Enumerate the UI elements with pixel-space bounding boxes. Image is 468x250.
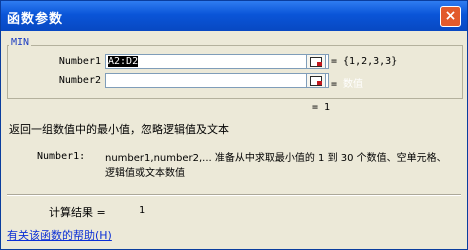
function-name-label: MIN xyxy=(9,37,32,48)
number2-result: = 数值 xyxy=(331,75,363,90)
title-bar[interactable]: 函数参数 × xyxy=(1,1,467,31)
calc-result-label: 计算结果 = xyxy=(49,206,106,219)
number1-result: = {1,2,3,3} xyxy=(331,56,398,67)
number2-result-equals: = xyxy=(331,79,344,90)
number2-cell-reference-icon[interactable] xyxy=(306,73,326,88)
close-button[interactable]: × xyxy=(440,6,461,27)
function-result: = 1 xyxy=(312,102,331,113)
function-help-link[interactable]: 有关该函数的帮助(H) xyxy=(7,227,112,243)
number2-input[interactable] xyxy=(105,73,329,88)
number1-cell-reference-icon[interactable] xyxy=(306,54,326,69)
function-description: 返回一组数值中的最小值，忽略逻辑值及文本 xyxy=(9,123,229,136)
divider xyxy=(7,194,461,196)
calc-result-value: 1 xyxy=(139,205,146,216)
number1-label: Number1 xyxy=(58,56,101,67)
argument-help-name: Number1: xyxy=(37,151,86,162)
number2-hint: 数值 xyxy=(343,79,364,90)
close-icon: × xyxy=(444,8,457,24)
number2-label: Number2 xyxy=(58,75,101,86)
argument-help-text: number1,number2,... 准备从中求取最小值的 1 到 30 个数… xyxy=(105,153,447,179)
number1-input[interactable]: A2:D2 xyxy=(105,54,329,69)
number1-value: A2:D2 xyxy=(108,56,139,67)
dialog-title: 函数参数 xyxy=(7,12,64,27)
function-arguments-dialog: 函数参数 × MIN Number1 A2:D2 = {1,2,3,3} Num… xyxy=(0,0,468,250)
